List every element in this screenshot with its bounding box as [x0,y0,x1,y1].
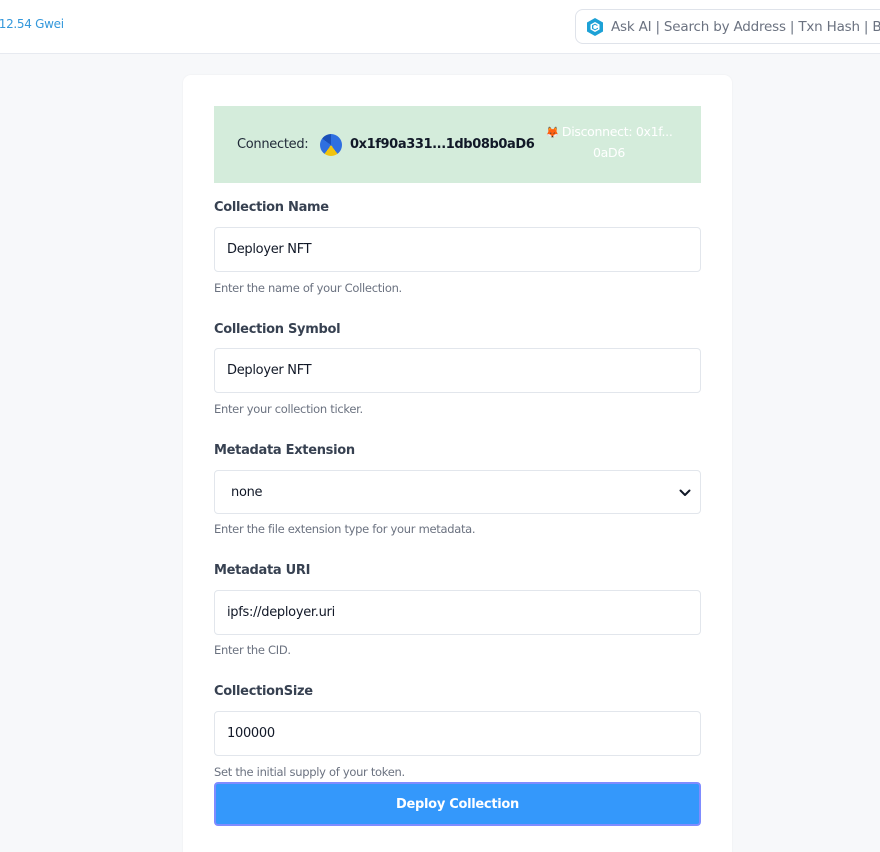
explorer-logo-icon [587,17,603,36]
chevron-down-icon [679,489,691,496]
collection-name-label: Collection Name [214,200,329,215]
collection-symbol-label: Collection Symbol [214,322,341,337]
wallet-address: 0x1f90a331...1db08b0aD6 [350,137,535,152]
metadata-uri-label: Metadata URI [214,563,311,578]
disconnect-label-line1: Disconnect: 0x1f... [561,124,673,139]
metadata-extension-select[interactable]: none [214,470,701,514]
metadata-extension-value: none [231,484,263,500]
collection-name-help: Enter the name of your Collection. [214,281,402,295]
collection-size-label: CollectionSize [214,684,313,699]
collection-symbol-input[interactable] [214,348,701,393]
collection-size-input[interactable] [214,711,701,756]
search-box[interactable] [575,9,880,44]
disconnect-button[interactable]: 🦊 Disconnect: 0x1f... 0aD6 [544,122,674,163]
top-bar: :12.54 Gwei [0,0,880,54]
metadata-uri-input[interactable] [214,590,701,635]
metamask-fox-icon: 🦊 [545,126,559,139]
collection-size-help: Set the initial supply of your token. [214,765,405,779]
wallet-connection-bar: Connected: 0x1f90a331...1db08b0aD6 🦊 Disc… [214,106,701,183]
collection-name-input[interactable] [214,227,701,272]
metadata-uri-help: Enter the CID. [214,643,291,657]
search-input[interactable] [611,18,880,35]
disconnect-label-line2: 0aD6 [593,145,625,160]
metadata-extension-label: Metadata Extension [214,443,355,458]
collection-symbol-help: Enter your collection ticker. [214,402,363,416]
connected-label: Connected: [237,137,309,152]
deploy-form-card: Connected: 0x1f90a331...1db08b0aD6 🦊 Disc… [183,75,732,852]
gas-price: :12.54 Gwei [0,17,64,31]
metadata-extension-help: Enter the file extension type for your m… [214,522,476,536]
deploy-collection-button[interactable]: Deploy Collection [214,782,701,826]
wallet-avatar [320,134,342,156]
